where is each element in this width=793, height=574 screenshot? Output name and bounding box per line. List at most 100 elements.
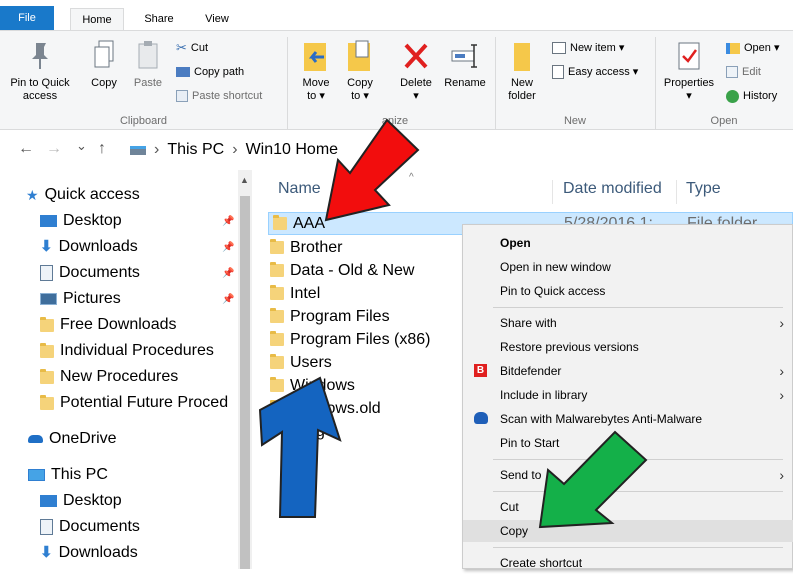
nav-quick-access-label: Quick access — [44, 186, 140, 203]
file-row-users[interactable]: Users — [270, 351, 332, 374]
forward-button[interactable]: → — [46, 140, 62, 158]
malwarebytes-icon — [474, 412, 488, 424]
copy-to-icon — [348, 40, 370, 71]
tab-view[interactable]: View — [196, 8, 238, 30]
nav-potential-future-procedures[interactable]: Potential Future Proced — [40, 390, 238, 416]
nav-pc-documents[interactable]: Documents — [40, 514, 140, 540]
documents-icon — [40, 265, 53, 281]
file-row-program-files-x86[interactable]: Program Files (x86) — [270, 328, 430, 351]
sort-up-icon: ^ — [409, 172, 414, 183]
menu-pin-to-start[interactable]: Pin to Start — [463, 432, 793, 454]
new-item-button[interactable]: New item ▾ — [552, 41, 624, 55]
new-folder-button[interactable]: New folder — [500, 39, 544, 103]
column-divider[interactable] — [676, 180, 677, 204]
file-row-data-old-new[interactable]: Data - Old & New — [270, 259, 414, 282]
menu-include-library-label: Include in library — [500, 388, 588, 402]
open-group-label: Open — [710, 115, 738, 127]
file-row-program-files[interactable]: Program Files — [270, 305, 390, 328]
pin-label-1: Pin to Quick — [10, 77, 70, 89]
new-group-label: New — [563, 115, 586, 127]
folder-icon — [270, 377, 284, 392]
nav-pictures[interactable]: Pictures — [40, 286, 121, 312]
column-date-modified[interactable]: Date modified — [563, 180, 662, 198]
file-row-brother[interactable]: Brother — [270, 236, 342, 259]
download-arrow-icon: ⬇ — [40, 544, 53, 561]
edit-button[interactable]: Edit — [726, 65, 761, 79]
nav-pc-desktop[interactable]: Desktop — [40, 488, 122, 514]
nav-downloads[interactable]: ⬇ Downloads — [40, 234, 138, 260]
nav-onedrive[interactable]: OneDrive — [28, 426, 117, 452]
folder-icon — [40, 316, 54, 332]
nav-free-downloads[interactable]: Free Downloads — [40, 312, 177, 338]
menu-pin-quick-access[interactable]: Pin to Quick access — [463, 280, 793, 302]
folder-icon — [40, 394, 54, 410]
easy-access-button[interactable]: Easy access ▾ — [552, 65, 638, 79]
breadcrumb-separator: › — [154, 141, 160, 158]
menu-bitdefender[interactable]: B Bitdefender › — [463, 360, 793, 382]
tab-home[interactable]: Home — [70, 8, 124, 30]
breadcrumb-this-pc[interactable]: This PC — [167, 141, 224, 159]
submenu-arrow-icon: › — [779, 363, 784, 379]
file-row-log[interactable]: g — [316, 420, 325, 443]
menu-open[interactable]: Open — [463, 232, 793, 254]
navigation-pane: ★ Quick access Desktop 📌 ⬇ Downloads 📌 D… — [0, 170, 240, 569]
paste-shortcut-button[interactable]: Paste shortcut — [176, 89, 262, 103]
cut-label: Cut — [190, 42, 209, 54]
recent-locations-button[interactable]: ⌄ — [76, 138, 87, 154]
nav-quick-access[interactable]: ★ Quick access — [26, 182, 140, 208]
column-divider[interactable] — [552, 180, 553, 204]
desktop-icon — [40, 495, 57, 507]
back-button[interactable]: ← — [18, 140, 34, 158]
move-to-label-1: Move — [302, 77, 330, 89]
nav-individual-procedures[interactable]: Individual Procedures — [40, 338, 214, 364]
edit-label: Edit — [742, 66, 761, 78]
star-icon: ★ — [26, 187, 39, 203]
paste-button[interactable]: Paste — [128, 39, 168, 90]
nav-documents[interactable]: Documents — [40, 260, 140, 286]
open-button[interactable]: Open ▾ — [726, 41, 780, 55]
ribbon-tabs: File Home Share View — [0, 0, 793, 30]
menu-open-new-window[interactable]: Open in new window — [463, 256, 793, 278]
copy-button[interactable]: Copy — [84, 39, 124, 90]
copy-to-button[interactable]: Copy to ▾ — [340, 39, 380, 103]
menu-copy[interactable]: Copy — [463, 520, 793, 542]
nav-this-pc[interactable]: This PC — [28, 462, 108, 488]
nav-new-procedures[interactable]: New Procedures — [40, 364, 178, 390]
copy-label: Copy — [91, 77, 117, 89]
rename-button[interactable]: Rename — [440, 39, 490, 90]
menu-create-shortcut[interactable]: Create shortcut — [463, 552, 793, 574]
nav-pc-downloads-label: Downloads — [58, 544, 138, 561]
history-button[interactable]: History — [726, 89, 777, 103]
file-row-windows[interactable]: Windows — [270, 374, 355, 397]
up-button[interactable]: ↑ — [98, 140, 106, 158]
menu-include-library[interactable]: Include in library › — [463, 384, 793, 406]
column-name[interactable]: Name — [278, 180, 321, 198]
nav-pictures-label: Pictures — [63, 290, 121, 307]
move-to-button[interactable]: Move to ▾ — [296, 39, 336, 103]
cut-button[interactable]: ✂ Cut — [176, 41, 208, 55]
menu-scan-malwarebytes[interactable]: Scan with Malwarebytes Anti-Malware — [463, 408, 793, 430]
file-row-windows-old[interactable]: Windows.old — [270, 397, 381, 420]
nav-scroll-thumb[interactable] — [240, 196, 250, 569]
cloud-icon — [28, 435, 43, 443]
menu-share-with[interactable]: Share with › — [463, 312, 793, 334]
copy-path-button[interactable]: Copy path — [176, 65, 244, 79]
easy-access-label: Easy access ▾ — [568, 66, 639, 78]
menu-cut[interactable]: Cut — [463, 496, 793, 518]
scroll-up-icon[interactable]: ▲ — [240, 175, 249, 185]
file-row-intel[interactable]: Intel — [270, 282, 320, 305]
tab-file[interactable]: File — [0, 6, 54, 30]
breadcrumb-win10-home[interactable]: Win10 Home — [246, 141, 338, 159]
delete-label-2: ▾ — [413, 90, 419, 102]
menu-restore-versions[interactable]: Restore previous versions — [463, 336, 793, 358]
properties-button[interactable]: Properties ▾ — [660, 39, 718, 103]
nav-pc-downloads[interactable]: ⬇ Downloads — [40, 540, 138, 566]
menu-send-to[interactable]: Send to › — [463, 464, 793, 486]
tab-share[interactable]: Share — [136, 8, 182, 30]
menu-separator — [493, 547, 783, 548]
nav-onedrive-label: OneDrive — [49, 430, 117, 447]
column-type[interactable]: Type — [686, 180, 721, 198]
pin-to-quick-access-button[interactable]: Pin to Quick access — [6, 39, 74, 103]
delete-button[interactable]: Delete ▾ — [394, 39, 438, 103]
nav-desktop[interactable]: Desktop — [40, 208, 122, 234]
